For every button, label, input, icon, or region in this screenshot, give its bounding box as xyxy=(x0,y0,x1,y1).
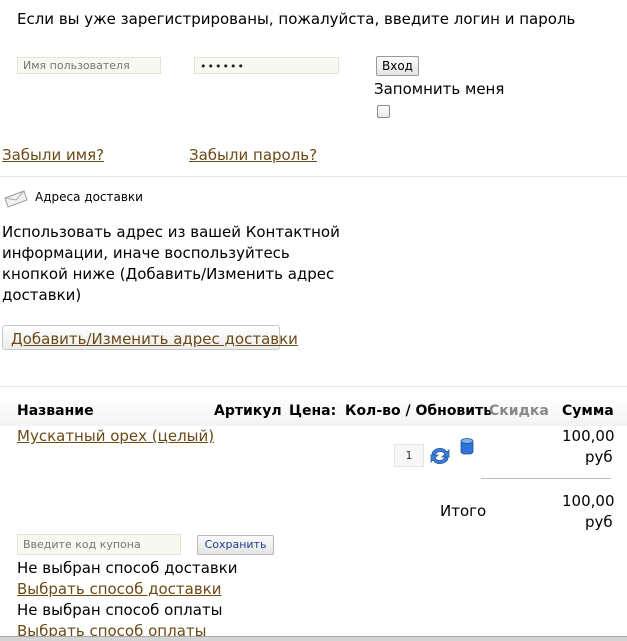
divider xyxy=(0,386,627,387)
add-shipping-address-button[interactable]: Добавить/Изменить адрес доставки xyxy=(2,325,298,350)
header-price: Цена: xyxy=(289,403,337,419)
shipping-note-line: кнопкой ниже (Добавить/Изменить адрес xyxy=(2,265,335,283)
password-field[interactable]: •••••• xyxy=(194,57,339,74)
header-discount: Скидка xyxy=(489,403,549,419)
login-button[interactable]: Вход xyxy=(376,56,419,76)
product-link[interactable]: Мускатный орех (целый) xyxy=(17,427,214,445)
shipping-note-line: информации, иначе воспользуйтесь xyxy=(2,244,290,262)
header-sum: Сумма xyxy=(562,403,614,419)
remember-me-checkbox[interactable] xyxy=(377,105,390,118)
total-currency: руб xyxy=(585,513,613,531)
total-amount: 100,00 xyxy=(562,492,615,510)
delete-icon[interactable] xyxy=(460,437,474,456)
divider xyxy=(0,176,627,177)
forgot-password-link[interactable]: Забыли пароль? xyxy=(189,146,317,164)
item-sum-currency: руб xyxy=(585,448,613,466)
refresh-icon[interactable] xyxy=(428,444,452,468)
bottom-edge xyxy=(0,636,627,641)
header-sku: Артикул xyxy=(214,403,282,419)
forgot-username-link[interactable]: Забыли имя? xyxy=(2,146,104,164)
shipping-address-title: Адреса доставки xyxy=(35,190,143,204)
shipping-note-line: доставки) xyxy=(2,286,82,304)
choose-shipping-link[interactable]: Выбрать способ доставки xyxy=(17,580,222,598)
shipping-note-line: Использовать адрес из вашей Контактной xyxy=(2,223,340,241)
add-shipping-address-label: Добавить/Изменить адрес доставки xyxy=(11,330,298,348)
login-intro: Если вы уже зарегистрированы, пожалуйста… xyxy=(17,10,576,28)
remember-me-label: Запомнить меня xyxy=(374,80,505,98)
save-coupon-button[interactable]: Сохранить xyxy=(197,535,274,555)
item-sum-amount: 100,00 xyxy=(562,427,615,445)
total-divider xyxy=(481,478,611,479)
shipping-method-status: Не выбран способ доставки xyxy=(17,559,238,577)
header-qty-update: Кол-во / Обновить xyxy=(345,403,493,419)
coupon-input[interactable] xyxy=(17,534,181,555)
payment-method-status: Не выбран способ оплаты xyxy=(17,601,223,619)
username-input[interactable] xyxy=(17,57,161,74)
header-name: Название xyxy=(17,403,94,419)
envelope-icon xyxy=(4,190,28,208)
total-label: Итого xyxy=(440,502,487,520)
shipping-note: Использовать адрес из вашей Контактной и… xyxy=(2,222,340,306)
quantity-input[interactable]: 1 xyxy=(394,444,424,467)
